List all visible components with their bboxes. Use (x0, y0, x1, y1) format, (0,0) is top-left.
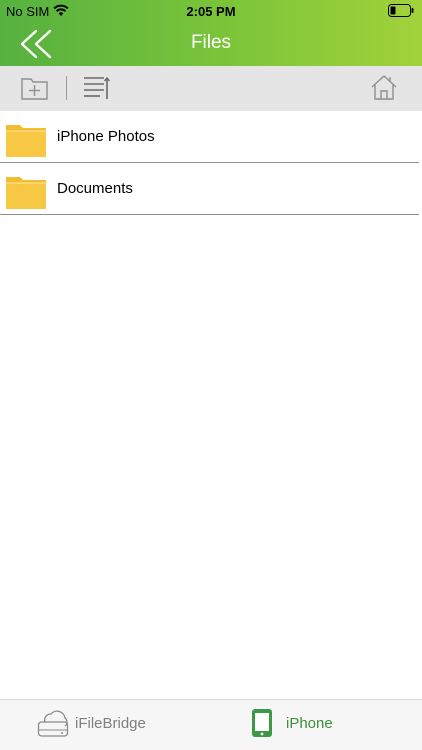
tab-label: iPhone (286, 715, 333, 732)
tab-ifilebridge[interactable]: iFileBridge (0, 700, 211, 750)
file-row-iphone-photos[interactable]: iPhone Photos (0, 111, 419, 163)
file-name: iPhone Photos (57, 128, 155, 145)
navigation-bar: Files (0, 22, 422, 66)
status-bar: No SIM 2:05 PM (0, 0, 422, 22)
sort-button[interactable] (82, 74, 112, 102)
page-title: Files (190, 32, 232, 53)
sort-list-icon (84, 76, 111, 99)
file-row-documents[interactable]: Documents (0, 163, 419, 215)
home-icon (371, 75, 397, 100)
tab-iphone[interactable]: iPhone (211, 700, 422, 750)
file-list: iPhone Photos Documents (0, 111, 422, 215)
status-time: 2:05 PM (186, 4, 236, 19)
new-folder-button[interactable] (20, 74, 50, 102)
file-name: Documents (57, 180, 133, 197)
folder-icon (6, 125, 46, 157)
phone-icon (252, 709, 272, 737)
app-header: No SIM 2:05 PM Files (0, 0, 422, 66)
tab-bar: iFileBridge iPhone (0, 699, 422, 750)
home-button[interactable] (370, 74, 400, 102)
tab-label: iFileBridge (75, 715, 146, 732)
toolbar (0, 66, 422, 111)
folder-icon (6, 177, 46, 209)
toolbar-divider (66, 76, 67, 100)
drive-cloud-icon (37, 710, 69, 737)
battery-icon (388, 4, 414, 17)
new-folder-icon (21, 78, 48, 100)
